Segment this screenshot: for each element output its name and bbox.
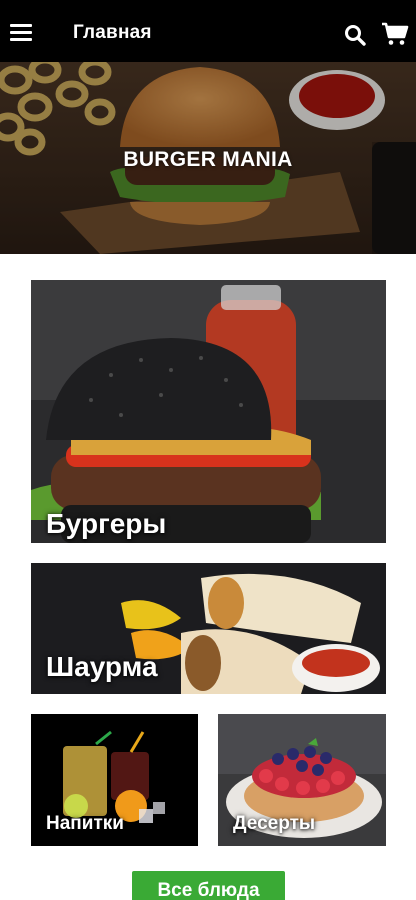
all-dishes-button[interactable]: Все блюда xyxy=(132,871,285,900)
category-label-burgers: Бургеры xyxy=(46,508,167,539)
hero-banner: BURGER MANIA xyxy=(0,62,416,254)
top-app-bar: Главная xyxy=(0,0,416,62)
category-card-desserts[interactable]: Десерты xyxy=(218,714,386,846)
category-label-drinks: Напитки xyxy=(46,813,124,834)
search-icon[interactable] xyxy=(344,24,366,46)
category-card-drinks[interactable]: Напитки xyxy=(31,714,198,846)
category-label-shawarma: Шаурма xyxy=(46,651,158,682)
hero-title: BURGER MANIA xyxy=(123,148,293,171)
category-card-shawarma[interactable]: Шаурма xyxy=(31,563,386,694)
burger-image xyxy=(31,280,386,543)
category-label-desserts: Десерты xyxy=(233,813,316,834)
page-title: Главная xyxy=(73,22,152,43)
hamburger-menu-icon[interactable] xyxy=(10,24,32,42)
category-card-burgers[interactable]: Бургеры xyxy=(31,280,386,543)
shopping-cart-icon[interactable] xyxy=(381,22,409,46)
